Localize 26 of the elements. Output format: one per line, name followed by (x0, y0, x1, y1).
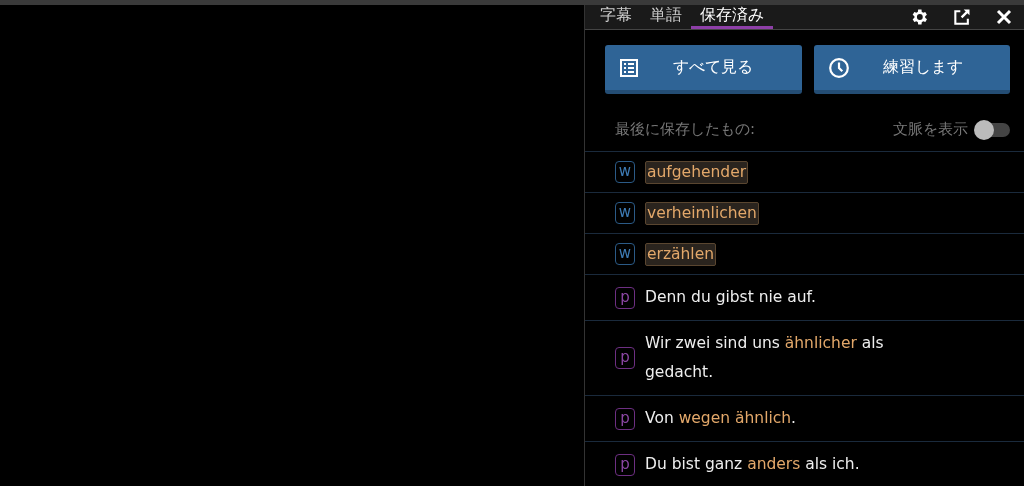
saved-text[interactable]: erzählen (645, 242, 717, 266)
saved-text[interactable]: verheimlichen (645, 201, 759, 225)
section-label: 最後に保存したもの: (615, 120, 756, 139)
type-badge: p (615, 407, 635, 430)
list-icon (619, 57, 639, 78)
saved-text[interactable]: Von wegen ähnlich. (645, 404, 797, 433)
action-button[interactable]: すべて見る (605, 45, 802, 94)
close-icon[interactable] (995, 8, 1013, 26)
saved-text[interactable]: Denn du gibst nie auf. (645, 283, 816, 312)
context-toggle[interactable] (976, 122, 1010, 137)
tab[interactable]: 単語 (641, 5, 691, 29)
tab[interactable]: 保存済み (691, 5, 773, 29)
type-badge: w (615, 243, 635, 265)
toggle-label: 文脈を表示 (893, 120, 968, 139)
saved-text[interactable]: aufgehender (645, 160, 749, 184)
saved-text[interactable]: Wir zwei sind uns ähnlicher als gedacht. (645, 329, 945, 387)
action-button[interactable]: 練習します (813, 45, 1010, 94)
type-badge: p (615, 286, 635, 309)
type-badge: p (615, 453, 635, 476)
type-badge: w (615, 161, 635, 183)
tab[interactable]: 字幕 (591, 5, 641, 29)
share-icon[interactable] (952, 7, 972, 27)
type-badge: w (615, 202, 635, 224)
saved-text[interactable]: Du bist ganz anders als ich. (645, 450, 860, 479)
clock-icon (827, 56, 850, 79)
type-badge: p (615, 347, 635, 369)
